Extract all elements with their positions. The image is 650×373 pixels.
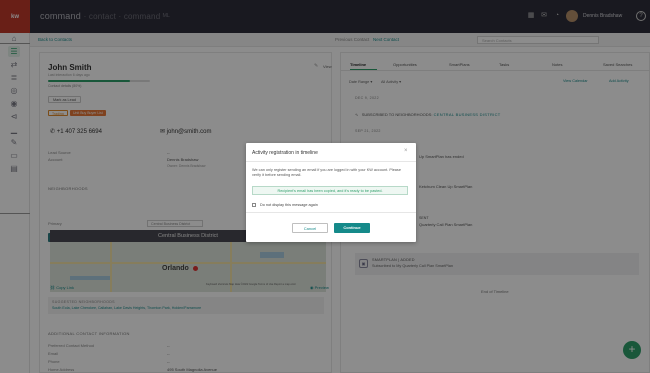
- edge-line: [0, 213, 30, 214]
- edge-line: [0, 43, 30, 44]
- dont-show-again-label[interactable]: Do not display this message again: [260, 203, 318, 207]
- close-icon[interactable]: ×: [404, 148, 408, 154]
- copied-notice: Recipient's email has been copied, and i…: [252, 186, 408, 195]
- dialog-message: We can only register sending an email if…: [252, 168, 401, 178]
- activity-registration-dialog: Activity registration in timeline × We c…: [246, 143, 416, 242]
- dialog-divider: [246, 161, 416, 162]
- dialog-title: Activity registration in timeline: [252, 150, 318, 156]
- dialog-divider: [246, 212, 416, 213]
- cancel-button[interactable]: Cancel: [292, 223, 328, 233]
- continue-button[interactable]: Continue: [334, 223, 370, 233]
- dont-show-again-checkbox[interactable]: [252, 203, 256, 207]
